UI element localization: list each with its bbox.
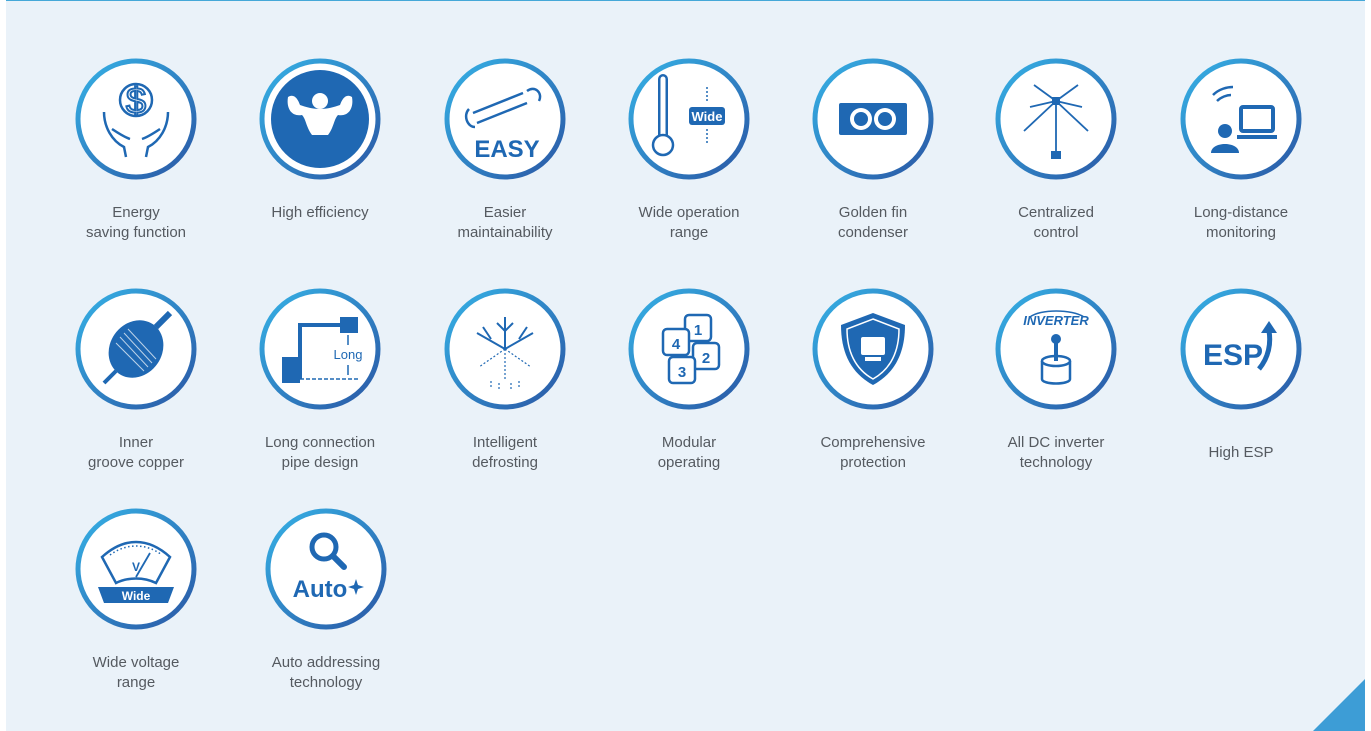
feature-label: Comprehensive protection	[820, 434, 926, 471]
muscle-man-icon	[259, 58, 381, 180]
svg-text:Wide: Wide	[122, 589, 151, 603]
feature-long-distance-monitoring: Long-distance monitoring	[1161, 57, 1321, 243]
feature-energy-saving: $ Energy saving function	[56, 57, 216, 243]
feature-high-efficiency: High efficiency	[240, 57, 400, 223]
feature-easier-maintainability: EASY Easier maintainability	[425, 57, 585, 243]
wrench-easy-icon: EASY	[444, 58, 566, 180]
feature-label: Easier maintainability	[457, 204, 553, 241]
feature-label: Long-distance monitoring	[1193, 204, 1289, 241]
features-panel: $ Energy saving function High efficiency…	[6, 0, 1365, 731]
feature-long-connection-pipe: Long Long connection pipe design	[240, 287, 400, 473]
feature-label: Modular operating	[657, 434, 721, 471]
feature-label: Energy saving function	[85, 204, 187, 241]
feature-centralized-control: Centralized control	[976, 57, 1136, 243]
feature-label: Centralized control	[1018, 204, 1094, 241]
voltmeter-icon: V Wide	[75, 508, 197, 630]
feature-label: High efficiency	[271, 204, 369, 221]
long-pipe-icon: Long	[259, 288, 381, 410]
feature-label: Inner groove copper	[88, 434, 184, 471]
svg-text:2: 2	[702, 350, 710, 367]
money-hands-icon: $	[75, 58, 197, 180]
shield-icon	[812, 288, 934, 410]
svg-text:V: V	[132, 560, 140, 574]
copper-pipe-icon	[75, 288, 197, 410]
corner-accent	[1313, 679, 1365, 731]
feature-all-dc-inverter: INVERTER All DC inverter technology	[976, 287, 1136, 473]
svg-text:3: 3	[678, 364, 686, 381]
feature-label: Auto addressing technology	[271, 654, 381, 691]
auto-search-icon: Auto	[265, 508, 387, 630]
centralized-control-icon	[995, 58, 1117, 180]
feature-label: Long connection pipe design	[264, 434, 376, 471]
svg-text:Wide: Wide	[692, 109, 723, 124]
modular-icon: 1 2 3 4	[628, 288, 750, 410]
svg-text:1: 1	[694, 322, 702, 339]
feature-label: All DC inverter technology	[1007, 434, 1105, 471]
thermometer-wide-icon: Wide	[628, 58, 750, 180]
svg-text:Auto: Auto	[293, 576, 348, 603]
snowflake-defrost-icon	[444, 288, 566, 410]
inverter-joystick-icon: INVERTER	[995, 288, 1117, 410]
feature-comprehensive-protection: Comprehensive protection	[793, 287, 953, 473]
feature-label: Golden fin condenser	[837, 204, 909, 241]
condenser-icon	[812, 58, 934, 180]
esp-arrow-icon: ESP	[1180, 288, 1302, 410]
feature-golden-fin-condenser: Golden fin condenser	[793, 57, 953, 243]
remote-monitoring-icon	[1180, 58, 1302, 180]
feature-wide-voltage-range: V Wide Wide voltage range	[56, 507, 216, 693]
feature-auto-addressing: Auto Auto addressing technology	[246, 507, 406, 693]
feature-label: Wide operation range	[638, 204, 740, 241]
feature-modular-operating: 1 2 3 4 Modular operating	[609, 287, 769, 473]
svg-text:ESP: ESP	[1203, 339, 1263, 372]
feature-inner-groove-copper: Inner groove copper	[56, 287, 216, 473]
feature-high-esp: ESP High ESP	[1161, 287, 1321, 463]
feature-wide-operation-range: Wide Wide operation range	[609, 57, 769, 243]
svg-text:EASY: EASY	[474, 136, 539, 163]
svg-text:Long: Long	[334, 347, 363, 362]
feature-label: Intelligent defrosting	[472, 434, 538, 471]
feature-label: Wide voltage range	[92, 654, 180, 691]
feature-intelligent-defrosting: Intelligent defrosting	[425, 287, 585, 473]
feature-label: High ESP	[1208, 444, 1274, 461]
svg-text:4: 4	[672, 336, 681, 353]
